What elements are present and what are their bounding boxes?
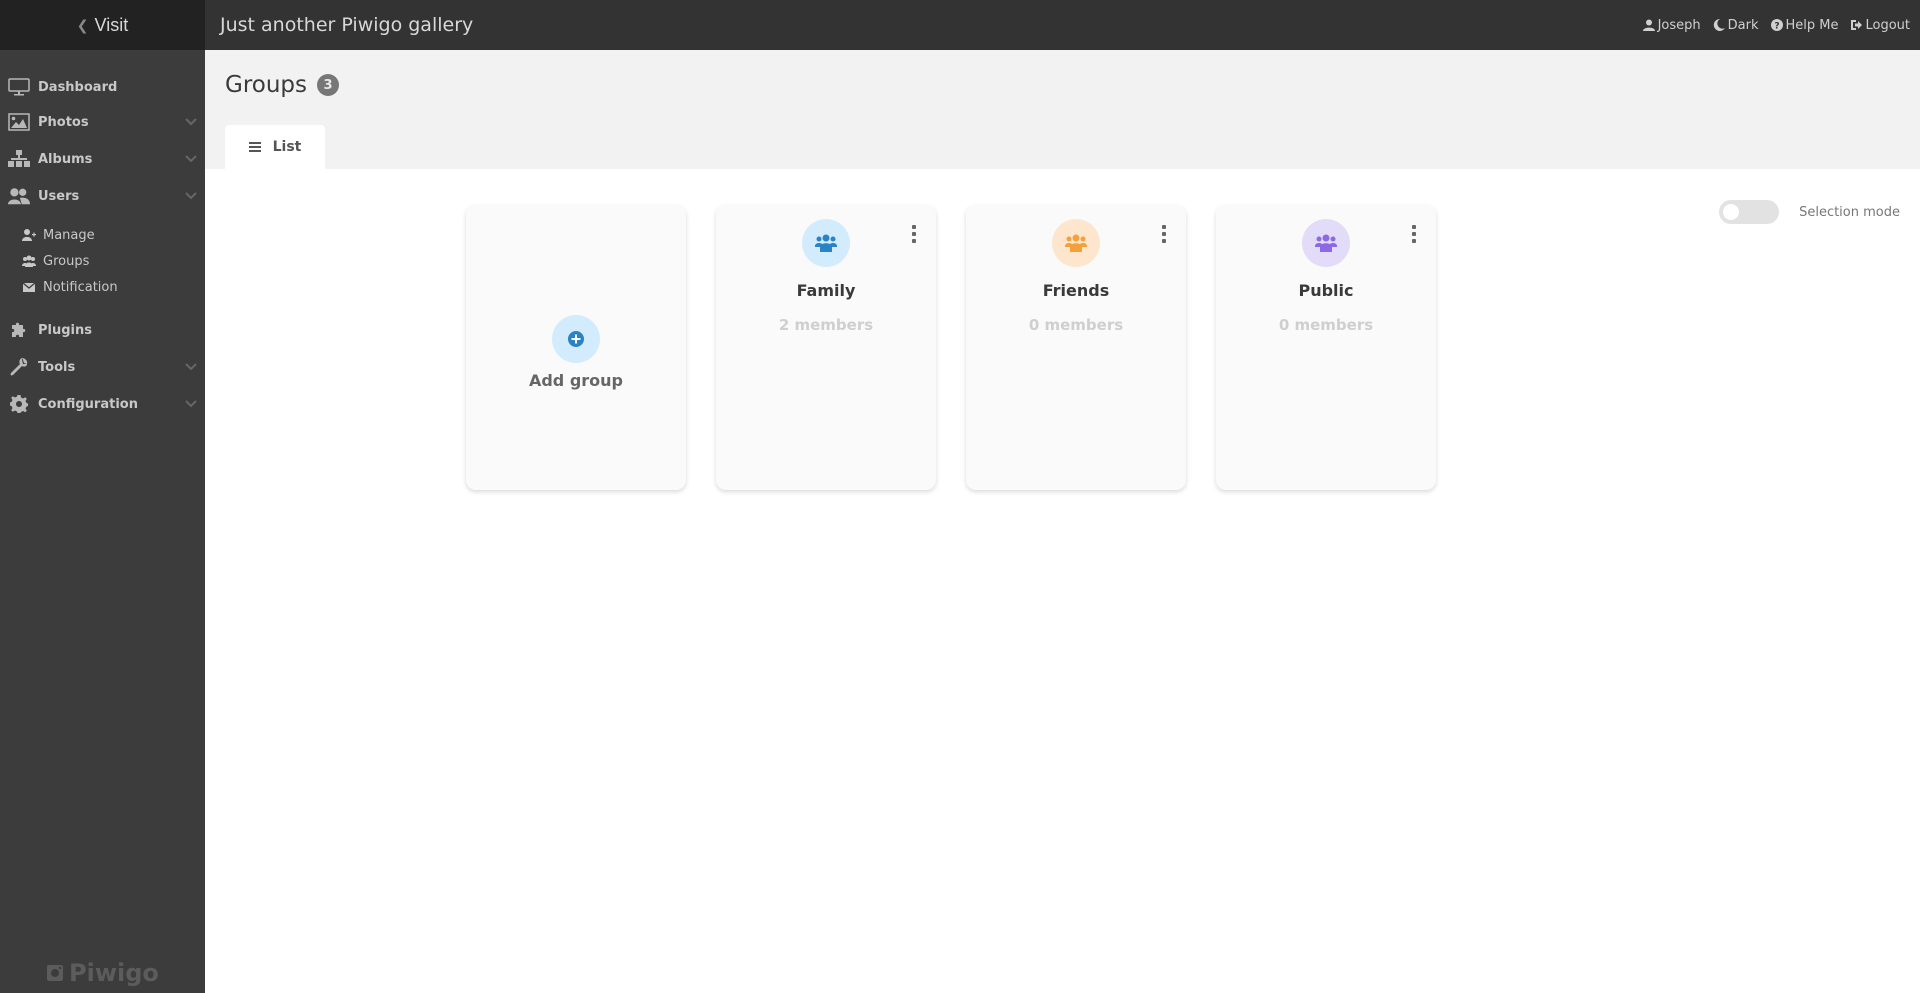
piwigo-logo: Piwigo (45, 959, 159, 987)
sidebar-item-configuration[interactable]: Configuration (0, 389, 205, 419)
sidebar-subitem-manage[interactable]: Manage (22, 224, 95, 246)
users-group-icon (815, 234, 837, 252)
page-title-text: Groups (225, 72, 308, 98)
group-avatar (802, 219, 850, 267)
gallery-title[interactable]: Just another Piwigo gallery (220, 14, 473, 36)
plus-circle-icon (568, 331, 584, 347)
tab-list[interactable]: List (225, 125, 325, 169)
sidebar-item-users[interactable]: Users (0, 181, 205, 211)
users-group-icon (1315, 234, 1337, 252)
sidebar-subitem-label: Groups (43, 253, 90, 269)
tab-label: List (272, 139, 302, 155)
chevron-down-icon (185, 363, 197, 371)
group-name: Family (796, 281, 856, 300)
add-group-button[interactable] (552, 315, 600, 363)
top-bar: ❮ Visit Just another Piwigo gallery Jose… (0, 0, 1920, 50)
chevron-down-icon (185, 118, 197, 126)
main-content: Groups 3 List Selection mode Add group F… (205, 50, 1920, 993)
sitemap-icon (8, 149, 30, 169)
question-circle-icon: ? (1770, 19, 1783, 32)
group-card-friends[interactable]: Friends 0 members (966, 205, 1186, 490)
puzzle-icon (8, 320, 30, 340)
wrench-icon (8, 357, 30, 377)
page-header: Groups 3 List (205, 50, 1920, 169)
sidebar-item-label: Configuration (38, 396, 138, 412)
monitor-icon (8, 77, 30, 97)
group-name: Public (1298, 281, 1354, 300)
sidebar-item-label: Dashboard (38, 79, 118, 95)
svg-text:?: ? (1774, 22, 1779, 32)
selection-mode-toggle[interactable] (1719, 200, 1780, 224)
chevron-down-icon (185, 192, 197, 200)
logout-label: Logout (1865, 17, 1910, 33)
sidebar-subitem-label: Manage (43, 227, 95, 243)
group-cards: Add group Family 2 members Friends 0 mem… (466, 205, 1436, 490)
group-menu-button[interactable] (910, 225, 918, 243)
gear-icon (8, 394, 30, 414)
toggle-knob (1723, 204, 1740, 220)
group-name: Friends (1042, 281, 1110, 300)
group-members: 2 members (778, 316, 874, 334)
sidebar-item-label: Photos (38, 114, 89, 130)
logout-link[interactable]: Logout (1850, 18, 1910, 33)
sidebar: Dashboard Photos Albums Users Manage Gro… (0, 50, 205, 993)
sidebar-item-label: Users (38, 188, 80, 204)
camera-logo-icon (47, 965, 63, 981)
group-avatar (1052, 219, 1100, 267)
chevron-left-icon: ❮ (76, 16, 89, 33)
help-label: Help Me (1785, 17, 1839, 33)
sidebar-item-photos[interactable]: Photos (0, 107, 205, 137)
group-menu-button[interactable] (1160, 225, 1168, 243)
visit-label: Visit (94, 14, 129, 35)
sidebar-item-label: Plugins (38, 322, 92, 338)
sidebar-item-plugins[interactable]: Plugins (0, 315, 205, 345)
selection-mode-label: Selection mode (1799, 204, 1900, 220)
sidebar-subitem-label: Notification (43, 279, 118, 295)
sidebar-item-dashboard[interactable]: Dashboard (0, 72, 205, 102)
group-card-family[interactable]: Family 2 members (716, 205, 936, 490)
sidebar-subitem-notification[interactable]: Notification (22, 276, 118, 298)
dark-label: Dark (1727, 17, 1759, 33)
group-members: 0 members (1028, 316, 1124, 334)
sidebar-subitem-groups[interactable]: Groups (22, 250, 89, 272)
user-icon (1642, 19, 1655, 31)
group-icon (22, 255, 36, 267)
users-group-icon (1065, 234, 1087, 252)
user-plus-icon (22, 229, 36, 241)
group-members: 0 members (1278, 316, 1374, 334)
brand-name: Piwigo (69, 959, 159, 987)
image-icon (8, 112, 30, 132)
add-group-label: Add group (528, 371, 624, 390)
user-link[interactable]: Joseph (1642, 17, 1701, 33)
sidebar-item-label: Albums (38, 151, 93, 167)
top-actions: Joseph Dark ? Help Me Logout (1642, 17, 1910, 33)
visit-link[interactable]: ❮ Visit (0, 0, 205, 50)
envelope-icon (22, 282, 36, 292)
users-icon (8, 186, 30, 206)
group-avatar (1302, 219, 1350, 267)
add-group-card[interactable]: Add group (466, 205, 686, 490)
chevron-down-icon (185, 155, 197, 163)
group-card-public[interactable]: Public 0 members (1216, 205, 1436, 490)
sidebar-item-tools[interactable]: Tools (0, 352, 205, 382)
sidebar-item-label: Tools (38, 359, 76, 375)
dark-mode-toggle[interactable]: Dark (1713, 18, 1759, 33)
selection-mode: Selection mode (1719, 200, 1900, 224)
group-menu-button[interactable] (1410, 225, 1418, 243)
help-link[interactable]: ? Help Me (1770, 17, 1839, 33)
chevron-down-icon (185, 400, 197, 408)
page-title: Groups 3 (225, 72, 340, 98)
sidebar-item-albums[interactable]: Albums (0, 144, 205, 174)
moon-icon (1713, 19, 1725, 31)
list-icon (248, 142, 261, 152)
user-name: Joseph (1657, 17, 1701, 33)
sign-out-icon (1851, 20, 1863, 30)
group-count-badge: 3 (317, 74, 340, 96)
